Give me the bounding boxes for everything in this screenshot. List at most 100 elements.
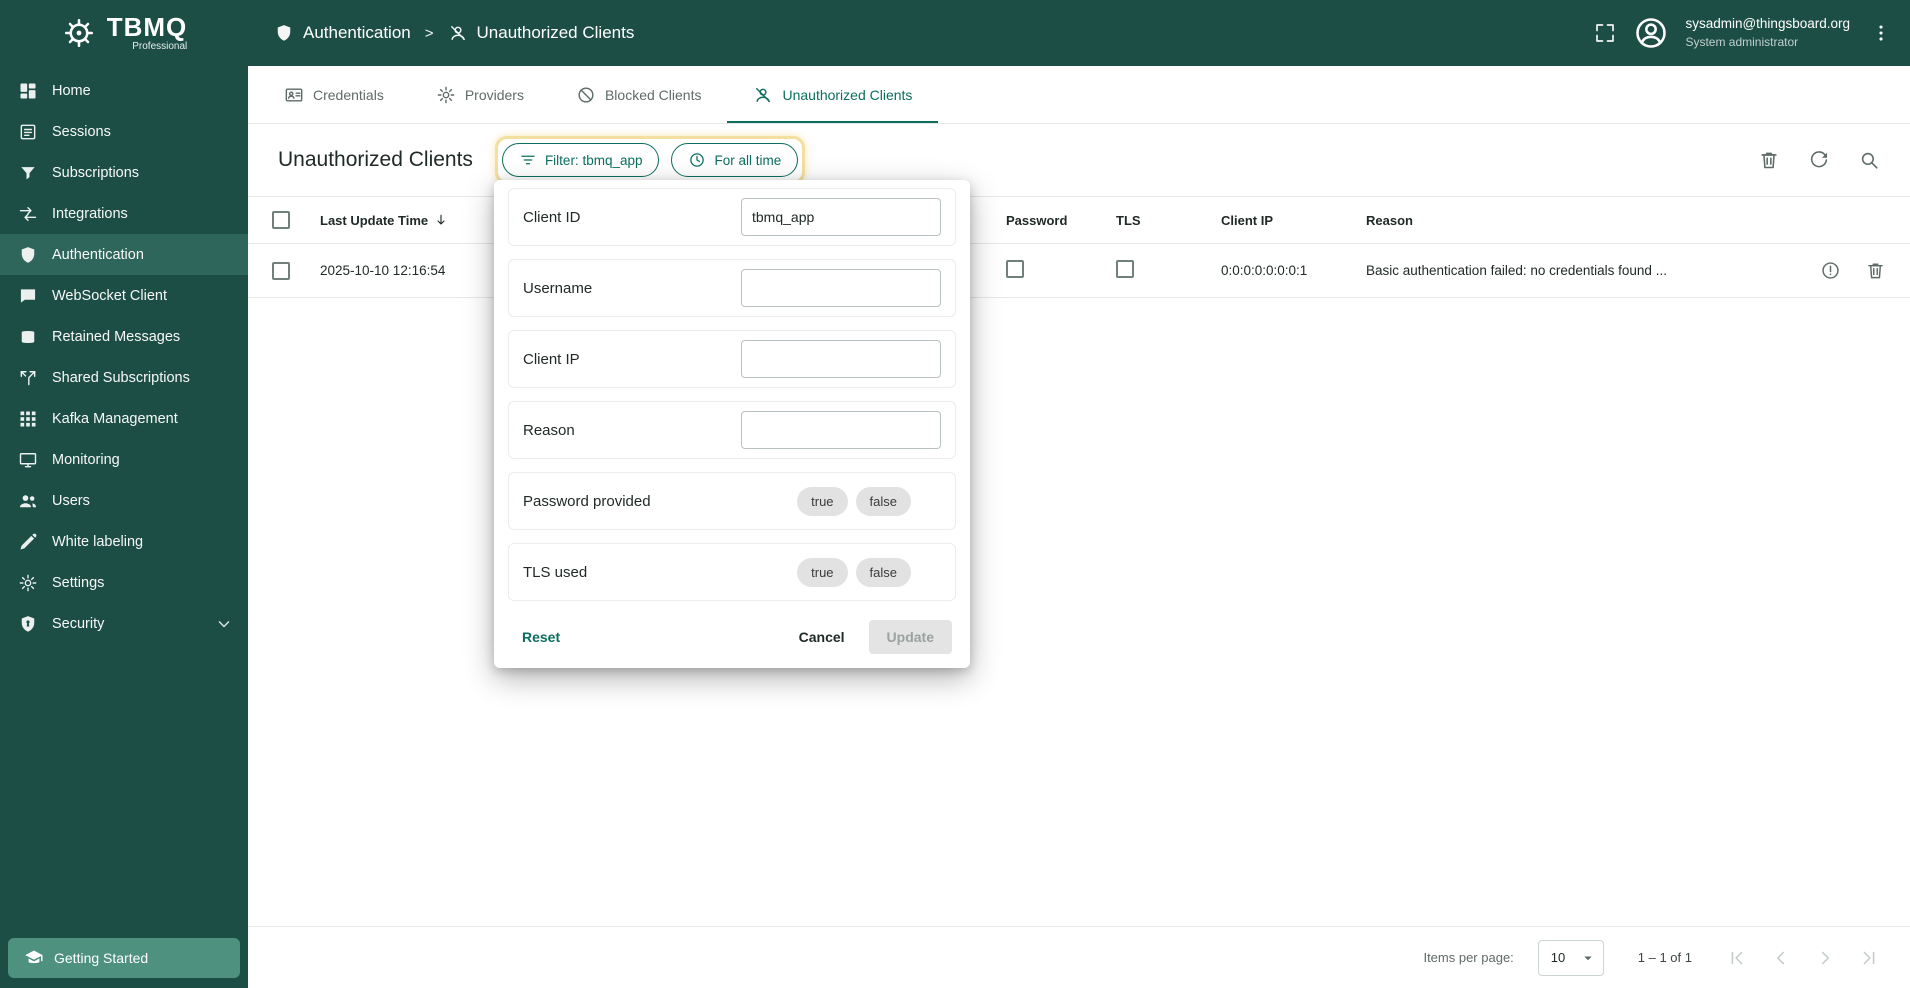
fullscreen-icon[interactable] [1593,21,1617,45]
user-info: sysadmin@thingsboard.org System administ… [1685,16,1850,50]
sidebar-item-home[interactable]: Home [0,70,248,111]
row-checkbox[interactable] [272,262,290,280]
storage-icon [18,327,38,347]
sidebar-item-integrations[interactable]: Integrations [0,193,248,234]
reset-button[interactable]: Reset [512,621,570,653]
paginator: Items per page: 10 1 – 1 of 1 [248,926,1910,988]
tab-label: Unauthorized Clients [782,87,912,103]
gear-icon [436,85,456,105]
sidebar-item-label: Retained Messages [52,329,180,345]
tab-providers[interactable]: Providers [410,66,550,123]
sidebar-item-label: Users [52,493,90,509]
first-page-icon [1726,947,1748,969]
page-range: 1 – 1 of 1 [1638,950,1692,965]
column-client-ip[interactable]: Client IP [1221,213,1366,228]
password-provided-true-toggle[interactable]: true [797,487,847,516]
client-id-input[interactable] [741,198,941,236]
tabbar: Credentials Providers Blocked Clients Unaut… [248,66,1910,124]
breadcrumb-unauthorized-clients: Unauthorized Clients [448,23,635,43]
reason-input[interactable] [741,411,941,449]
column-reason[interactable]: Reason [1366,213,1790,228]
split-icon [18,368,38,388]
getting-started-label: Getting Started [54,950,148,966]
sidebar-item-label: White labeling [52,534,143,550]
shield-icon [274,23,294,43]
tab-label: Blocked Clients [605,87,702,103]
getting-started-button[interactable]: Getting Started [8,938,240,978]
sidebar-item-label: Subscriptions [52,165,139,181]
client-ip-input[interactable] [741,340,941,378]
sidebar-item-monitoring[interactable]: Monitoring [0,439,248,480]
caret-down-icon [1579,949,1597,967]
sessions-icon [18,122,38,142]
tab-unauthorized-clients[interactable]: Unauthorized Clients [727,66,938,123]
sidebar-item-white-labeling[interactable]: White labeling [0,521,248,562]
tls-used-false-toggle[interactable]: false [856,558,911,587]
items-per-page-select[interactable]: 10 [1538,940,1604,976]
password-checkbox [1006,260,1024,278]
sidebar-item-label: Integrations [52,206,128,222]
search-icon[interactable] [1858,149,1880,171]
select-all-checkbox[interactable] [272,211,290,229]
tab-blocked-clients[interactable]: Blocked Clients [550,66,728,123]
sidebar-item-settings[interactable]: Settings [0,562,248,603]
tls-used-true-toggle[interactable]: true [797,558,847,587]
breadcrumb-label: Unauthorized Clients [477,23,635,43]
sidebar-item-websocket-client[interactable]: WebSocket Client [0,275,248,316]
filter-field-tls-used: TLS usedtruefalse [508,543,956,601]
sidebar-item-retained-messages[interactable]: Retained Messages [0,316,248,357]
delete-row-icon[interactable] [1865,260,1886,281]
update-button: Update [869,620,952,654]
shield-icon [18,245,38,265]
school-icon [24,948,44,968]
field-label: Password provided [523,493,651,510]
warning-icon[interactable] [1820,260,1841,281]
tls-checkbox [1116,260,1134,278]
sidebar-item-kafka-management[interactable]: Kafka Management [0,398,248,439]
sidebar-item-label: Monitoring [52,452,120,468]
topbar: Authentication > Unauthorized Clients sy… [248,0,1910,66]
cancel-button[interactable]: Cancel [789,621,855,653]
home-icon [18,81,38,101]
field-label: Reason [523,422,575,439]
column-tls[interactable]: TLS [1116,213,1221,228]
delete-all-icon[interactable] [1758,149,1780,171]
breadcrumb-separator: > [425,25,434,42]
toolbar-icons [1758,149,1880,171]
filter-field-client-id: Client ID [508,188,956,246]
block-icon [576,85,596,105]
kebab-menu-icon[interactable] [1870,22,1892,44]
sidebar-item-shared-subscriptions[interactable]: Shared Subscriptions [0,357,248,398]
gear-icon [18,573,38,593]
tab-credentials[interactable]: Credentials [258,66,410,123]
tab-label: Credentials [313,87,384,103]
sidebar-item-subscriptions[interactable]: Subscriptions [0,152,248,193]
filter-field-client-ip: Client IP [508,330,956,388]
brand-subtitle: Professional [132,41,187,52]
username-input[interactable] [741,269,941,307]
sidebar-item-label: Authentication [52,247,144,263]
field-label: Client ID [523,209,581,226]
previous-page-icon [1770,947,1792,969]
field-label: Username [523,280,592,297]
password-provided-false-toggle[interactable]: false [856,487,911,516]
page-navigation [1726,947,1880,969]
filter-button[interactable]: Filter: tbmq_app [502,143,660,177]
filter-dialog: Client ID Username Client IP Reason Password… [494,180,970,668]
column-password[interactable]: Password [1006,213,1116,228]
sidebar-item-label: Settings [52,575,104,591]
sort-descending-icon [433,212,449,228]
time-range-button[interactable]: For all time [671,143,798,177]
person-off-icon [753,85,773,105]
sidebar-item-security[interactable]: Security [0,603,248,644]
breadcrumb-authentication[interactable]: Authentication [274,23,411,43]
sidebar-item-users[interactable]: Users [0,480,248,521]
sidebar-item-sessions[interactable]: Sessions [0,111,248,152]
filter-field-username: Username [508,259,956,317]
avatar[interactable] [1633,15,1669,51]
monitor-icon [18,450,38,470]
clock-icon [688,151,706,169]
breadcrumb-label: Authentication [303,23,411,43]
refresh-icon[interactable] [1808,149,1830,171]
sidebar-item-authentication[interactable]: Authentication [0,234,248,275]
